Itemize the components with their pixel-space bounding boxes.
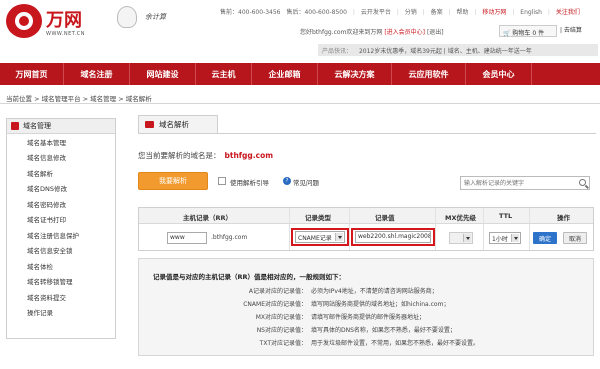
faq-link[interactable]: 常见问题	[293, 177, 319, 187]
promo-link-2[interactable]: | 域名、主机、建站统一年送一年	[444, 48, 532, 55]
tab-underline	[138, 133, 596, 134]
col-divider	[483, 208, 484, 250]
sidebar-item-password[interactable]: 域名密码修改	[7, 196, 115, 212]
sidebar-header: 域名管理	[7, 119, 115, 134]
col-ttl: TTL	[499, 212, 513, 220]
col-op: 操作	[557, 214, 570, 222]
tab-dns-resolve[interactable]: 域名解析	[138, 115, 218, 133]
search-icon[interactable]	[579, 179, 586, 186]
top-link-help[interactable]: 帮助	[457, 9, 469, 16]
col-divider	[289, 208, 290, 250]
confirm-button[interactable]: 确定	[533, 232, 557, 244]
sidebar-item-security-lock[interactable]: 域名信息安全锁	[7, 243, 115, 259]
search-input[interactable]	[464, 178, 574, 189]
sidebar-item-checkup[interactable]: 域名体检	[7, 258, 115, 274]
ttl-select[interactable]: 1小时	[489, 232, 521, 244]
top-link-reseller[interactable]: 分销	[405, 9, 417, 16]
sidebar-item-privacy[interactable]: 域名注册信息保护	[7, 227, 115, 243]
member-center-link[interactable]: [进入会员中心]	[384, 29, 425, 36]
help-icon: ?	[283, 177, 291, 185]
breadcrumb: 当前位置 > 域名管理平台 > 域名管理 > 域名解析	[6, 95, 152, 103]
aftersales-phone: 售后：400-600-8500	[286, 9, 347, 16]
col-type: 记录类型	[305, 214, 331, 222]
top-link-english[interactable]: English	[520, 9, 542, 16]
col-divider	[529, 208, 530, 250]
nav-email[interactable]: 企业邮箱	[252, 63, 318, 85]
cancel-button[interactable]: 取消	[563, 232, 587, 244]
nav-cloud-apps[interactable]: 云应用软件	[392, 63, 466, 85]
guide-label[interactable]: 使用解析引导	[230, 177, 269, 187]
record-value-input[interactable]: web2200.shl.magic2008	[355, 231, 431, 243]
top-link-cloud-dev[interactable]: 云开发平台	[361, 9, 391, 16]
top-link-icp[interactable]: 备案	[431, 9, 443, 16]
col-divider	[435, 208, 436, 250]
sidebar-item-basic[interactable]: 域名基本管理	[7, 134, 115, 150]
sidebar-item-submit-docs[interactable]: 域名资料提交	[7, 289, 115, 305]
record-search	[460, 176, 590, 190]
promo-bar: 产品快讯： 2012岁末优惠季，域名39元起 | 域名、主机、建站统一年送一年	[318, 44, 598, 56]
cart-button[interactable]: 🛒 购物车 0 件	[499, 25, 557, 37]
sidebar-item-dns-resolve[interactable]: 域名解析	[7, 165, 115, 181]
sidebar-item-info-edit[interactable]: 域名信息修改	[7, 150, 115, 166]
checkout-link[interactable]: | 去结算	[560, 25, 582, 34]
rules-info-box: 记录值是与对应的主机记录（RR）值是相对应的，一般规则如下： A记录对应的记录值…	[138, 258, 594, 356]
divider	[0, 103, 600, 104]
current-domain-line: 您当前要解析的域名是： bthfgg.com	[138, 150, 273, 161]
mx-priority-select	[449, 232, 473, 244]
chevron-down-icon	[511, 234, 519, 242]
top-links-bar: 售前：400-600-3456 售后：400-600-8500 | 云开发平台 …	[220, 9, 580, 16]
sidebar: 域名管理 域名基本管理 域名信息修改 域名解析 域名DNS修改 域名密码修改 域…	[6, 118, 116, 339]
record-table: 主机记录（RR） 记录类型 记录值 MX优先级 TTL 操作 www .bthf…	[138, 207, 594, 251]
top-link-follow[interactable]: 关注我们	[556, 9, 580, 16]
promo-label: 产品快讯：	[322, 48, 353, 55]
welcome-text: 您好bthfgg.com欢迎来到万网	[300, 29, 383, 36]
sidebar-item-dns-modify[interactable]: 域名DNS修改	[7, 181, 115, 197]
domain-manage-icon	[11, 122, 19, 130]
col-value: 记录值	[375, 214, 395, 222]
slogan: 余计算	[145, 13, 166, 21]
logo-mark-icon	[6, 4, 42, 38]
logo-text: 万网	[46, 10, 82, 31]
sidebar-item-certificate[interactable]: 域名证书打印	[7, 212, 115, 228]
sidebar-item-logs[interactable]: 操作记录	[7, 305, 115, 321]
main-nav: 万网首页 域名注册 网站建设 云主机 企业邮箱 云解决方案 云应用软件 会员中心	[0, 63, 600, 85]
nav-home[interactable]: 万网首页	[0, 63, 64, 85]
logout-link[interactable]: [退出]	[427, 29, 444, 36]
sidebar-title: 域名管理	[23, 122, 51, 130]
cart-icon: 🛒	[503, 30, 511, 37]
logo[interactable]: 万网 WWW.NET.CN	[6, 4, 114, 44]
table-header: 主机记录（RR） 记录类型 记录值 MX优先级 TTL 操作	[139, 208, 593, 224]
user-welcome: 您好bthfgg.com欢迎来到万网 [进入会员中心] [退出]	[300, 27, 444, 36]
nav-site-build[interactable]: 网站建设	[130, 63, 196, 85]
mascot-icon	[117, 6, 137, 28]
col-host: 主机记录（RR）	[183, 214, 233, 222]
col-divider	[349, 208, 350, 250]
chevron-down-icon	[463, 234, 471, 242]
resolve-icon	[145, 121, 154, 128]
sidebar-item-transfer-lock[interactable]: 域名转移锁管理	[7, 274, 115, 290]
host-record-input[interactable]: www	[167, 232, 207, 244]
nav-domain-register[interactable]: 域名注册	[64, 63, 130, 85]
promo-link-1[interactable]: 2012岁末优惠季，域名39元起	[359, 48, 442, 55]
rules-title: 记录值是与对应的主机记录（RR）值是相对应的，一般规则如下：	[153, 273, 346, 281]
nav-member-center[interactable]: 会员中心	[466, 63, 532, 85]
presales-phone: 售前：400-600-3456	[220, 9, 281, 16]
record-type-select[interactable]: CNAME记录	[295, 231, 345, 243]
guide-checkbox[interactable]	[218, 177, 226, 185]
current-domain-label: 您当前要解析的域名是：	[138, 151, 221, 160]
nav-cloud-solution[interactable]: 云解决方案	[318, 63, 392, 85]
chevron-down-icon	[335, 233, 343, 241]
top-link-mobile[interactable]: 移动万网	[482, 9, 506, 16]
nav-cloud-host[interactable]: 云主机	[196, 63, 252, 85]
col-mx: MX优先级	[445, 214, 476, 222]
domain-suffix: .bthfgg.com	[211, 234, 248, 241]
current-domain-value: bthfgg.com	[224, 151, 274, 160]
logo-url: WWW.NET.CN	[46, 31, 86, 37]
add-record-button[interactable]: 我要解析	[138, 172, 208, 190]
